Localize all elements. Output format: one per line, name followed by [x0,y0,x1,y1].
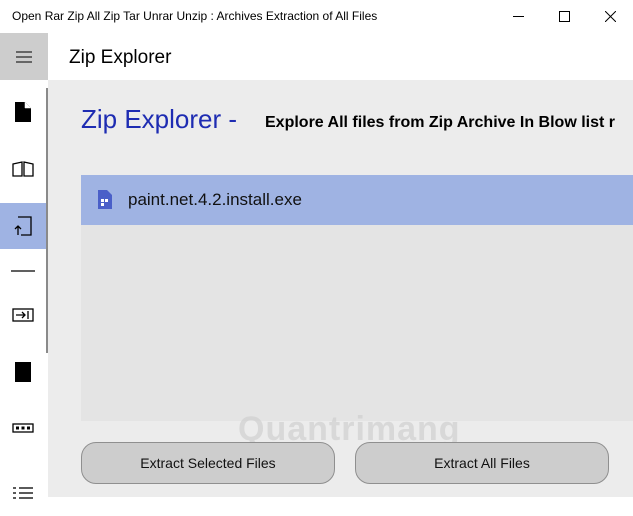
nav-item-archive-tools[interactable] [0,405,46,451]
nav-item-new-archive[interactable] [0,89,46,135]
nav-divider [0,248,46,294]
page-title: Zip Explorer [69,47,172,68]
sd-card-icon [15,362,31,382]
file-name: paint.net.4.2.install.exe [128,190,302,209]
document-icon [15,102,31,122]
list-item[interactable]: paint.net.4.2.install.exe [81,175,633,225]
extract-selected-button[interactable]: Extract Selected Files [81,442,335,484]
main-content: Zip Explorer - Explore All files from Zi… [48,80,633,497]
close-icon [604,11,616,22]
nav-item-extract[interactable] [0,292,46,338]
page-header: Zip Explorer [48,33,633,80]
nav-item-storage[interactable] [0,349,46,395]
close-button[interactable] [587,0,633,33]
executable-file-icon [98,190,112,209]
list-icon [13,487,33,499]
extract-icon [12,308,34,322]
navigation-sidebar [0,33,48,499]
title-bar: Open Rar Zip All Zip Tar Unrar Unzip : A… [0,0,633,33]
open-book-icon [12,161,34,177]
file-list[interactable]: paint.net.4.2.install.exe [81,175,633,421]
section-subtitle: Explore All files from Zip Archive In Bl… [265,114,615,131]
hamburger-icon [16,50,32,63]
divider-line-icon [11,270,35,272]
hamburger-button[interactable] [0,33,48,80]
maximize-button[interactable] [541,0,587,33]
minimize-icon [512,16,524,17]
section-title: Zip Explorer - [81,104,238,134]
nav-item-list[interactable] [0,470,46,516]
window-title: Open Rar Zip All Zip Tar Unrar Unzip : A… [12,9,378,23]
nav-item-open[interactable] [0,146,46,192]
upload-file-icon [14,216,32,236]
extract-all-button[interactable]: Extract All Files [355,442,609,484]
dashed-box-icon [12,423,34,433]
nav-item-zip-explorer[interactable] [0,203,46,249]
maximize-icon [558,11,570,22]
minimize-button[interactable] [495,0,541,33]
